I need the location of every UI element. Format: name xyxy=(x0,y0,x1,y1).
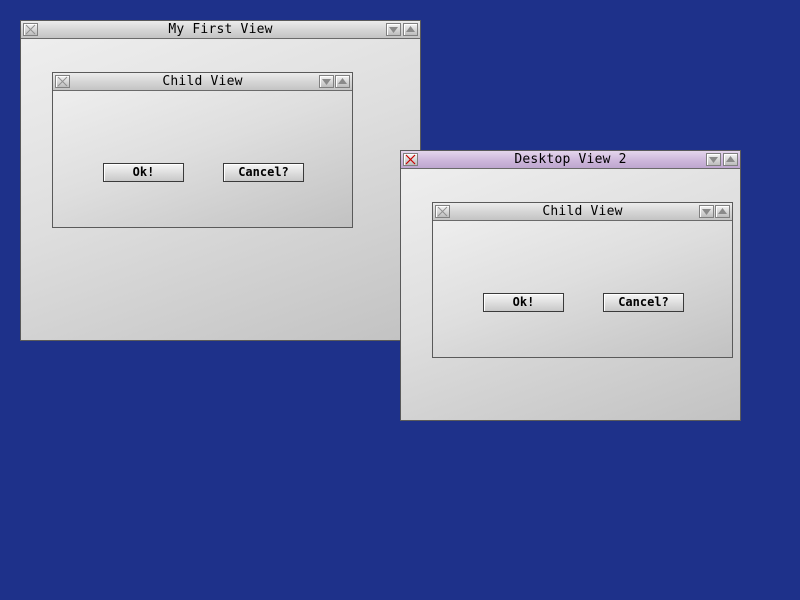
child-client-area: Ok! Cancel? xyxy=(433,221,732,357)
cancel-button[interactable]: Cancel? xyxy=(603,293,684,312)
close-button[interactable] xyxy=(403,153,418,166)
ok-button[interactable]: Ok! xyxy=(103,163,184,182)
minimize-button[interactable] xyxy=(386,23,401,36)
window-desktop-view-2[interactable]: Desktop View 2 Child View Ok! Cancel? xyxy=(400,150,741,421)
triangle-up-icon xyxy=(718,208,727,214)
maximize-button[interactable] xyxy=(403,23,418,36)
triangle-down-icon xyxy=(389,27,398,33)
close-x-icon xyxy=(437,206,448,217)
close-x-icon xyxy=(25,24,36,35)
window-titlebar[interactable]: My First View xyxy=(21,21,420,39)
child-title: Child View xyxy=(162,74,243,89)
close-x-icon xyxy=(57,76,68,87)
minimize-button[interactable] xyxy=(706,153,721,166)
child-titlebar[interactable]: Child View xyxy=(53,73,352,91)
desktop: My First View Child View Ok! Cancel? Des… xyxy=(0,0,800,600)
window-titlebar[interactable]: Desktop View 2 xyxy=(401,151,740,169)
child-view-window[interactable]: Child View Ok! Cancel? xyxy=(52,72,353,228)
triangle-up-icon xyxy=(338,78,347,84)
child-maximize-button[interactable] xyxy=(715,205,730,218)
child-maximize-button[interactable] xyxy=(335,75,350,88)
child-view-window[interactable]: Child View Ok! Cancel? xyxy=(432,202,733,358)
child-minimize-button[interactable] xyxy=(699,205,714,218)
child-client-area: Ok! Cancel? xyxy=(53,91,352,227)
triangle-up-icon xyxy=(726,156,735,162)
child-close-button[interactable] xyxy=(435,205,450,218)
close-button[interactable] xyxy=(23,23,38,36)
window-client-area: Child View Ok! Cancel? xyxy=(21,39,420,340)
maximize-button[interactable] xyxy=(723,153,738,166)
triangle-down-icon xyxy=(709,157,718,163)
ok-button[interactable]: Ok! xyxy=(483,293,564,312)
triangle-up-icon xyxy=(406,26,415,32)
window-title: Desktop View 2 xyxy=(514,152,627,167)
window-client-area: Child View Ok! Cancel? xyxy=(401,169,740,420)
child-titlebar[interactable]: Child View xyxy=(433,203,732,221)
triangle-down-icon xyxy=(702,209,711,215)
close-x-icon xyxy=(405,154,416,165)
child-close-button[interactable] xyxy=(55,75,70,88)
child-title: Child View xyxy=(542,204,623,219)
window-my-first-view[interactable]: My First View Child View Ok! Cancel? xyxy=(20,20,421,341)
window-title: My First View xyxy=(168,22,273,37)
child-minimize-button[interactable] xyxy=(319,75,334,88)
cancel-button[interactable]: Cancel? xyxy=(223,163,304,182)
triangle-down-icon xyxy=(322,79,331,85)
